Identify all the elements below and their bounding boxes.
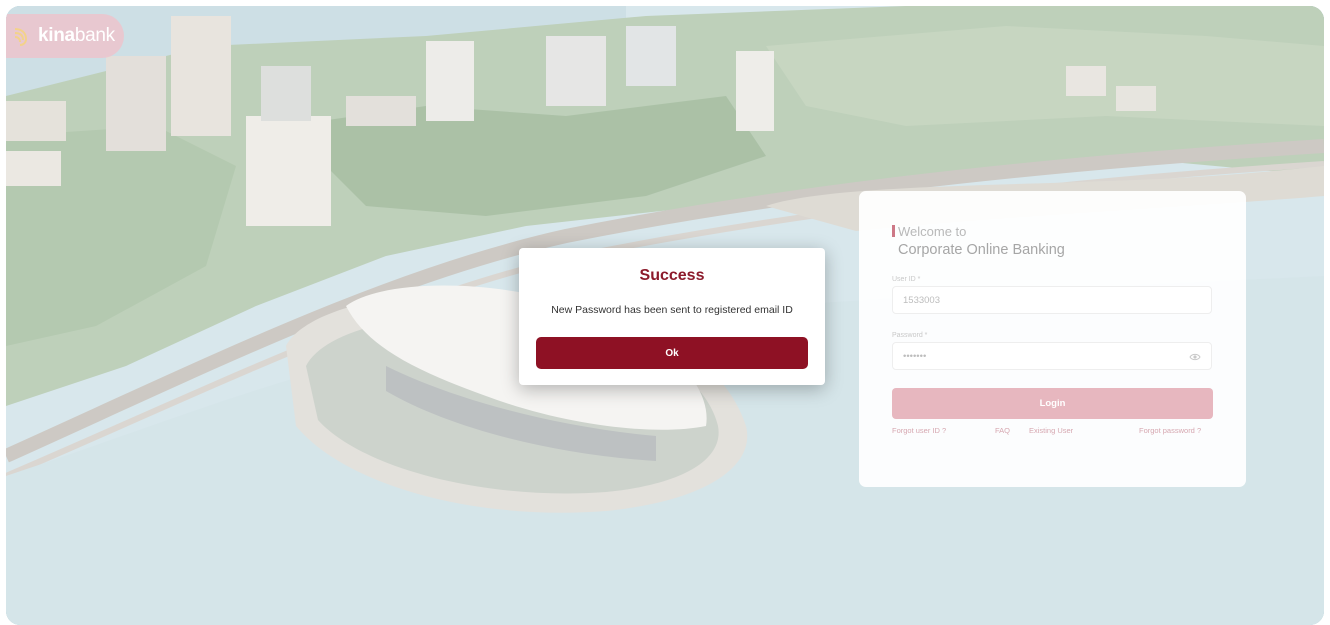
dialog-message: New Password has been sent to registered… (551, 304, 793, 316)
user-id-value: 1533003 (903, 294, 940, 306)
user-id-field[interactable]: 1533003 (892, 286, 1212, 314)
user-id-label: User ID * (892, 276, 921, 283)
faq-link[interactable]: FAQ (995, 426, 1010, 435)
password-field[interactable]: ••••••• (892, 342, 1212, 370)
eye-icon[interactable] (1189, 351, 1201, 363)
dialog-title: Success (639, 267, 705, 284)
success-dialog: Success New Password has been sent to re… (519, 248, 825, 385)
forgot-user-id-link[interactable]: Forgot user ID ? (892, 426, 946, 435)
login-button[interactable]: Login (892, 388, 1213, 419)
forgot-password-link[interactable]: Forgot password ? (1139, 426, 1201, 435)
welcome-accent-bar (892, 225, 895, 237)
login-card: Welcome to Corporate Online Banking User… (859, 191, 1246, 487)
brand-name: kinabank (38, 25, 115, 46)
kina-logo-icon (14, 28, 28, 46)
password-value: ••••••• (903, 350, 927, 362)
kinabank-logo: kinabank (6, 14, 124, 58)
ok-button[interactable]: Ok (536, 337, 808, 369)
login-heading: Corporate Online Banking (898, 242, 1065, 258)
existing-user-link[interactable]: Existing User (1029, 426, 1073, 435)
welcome-text: Welcome to (898, 224, 967, 239)
password-label: Password * (892, 332, 928, 339)
login-links: Forgot user ID ? FAQ Existing User Forgo… (892, 426, 1213, 438)
